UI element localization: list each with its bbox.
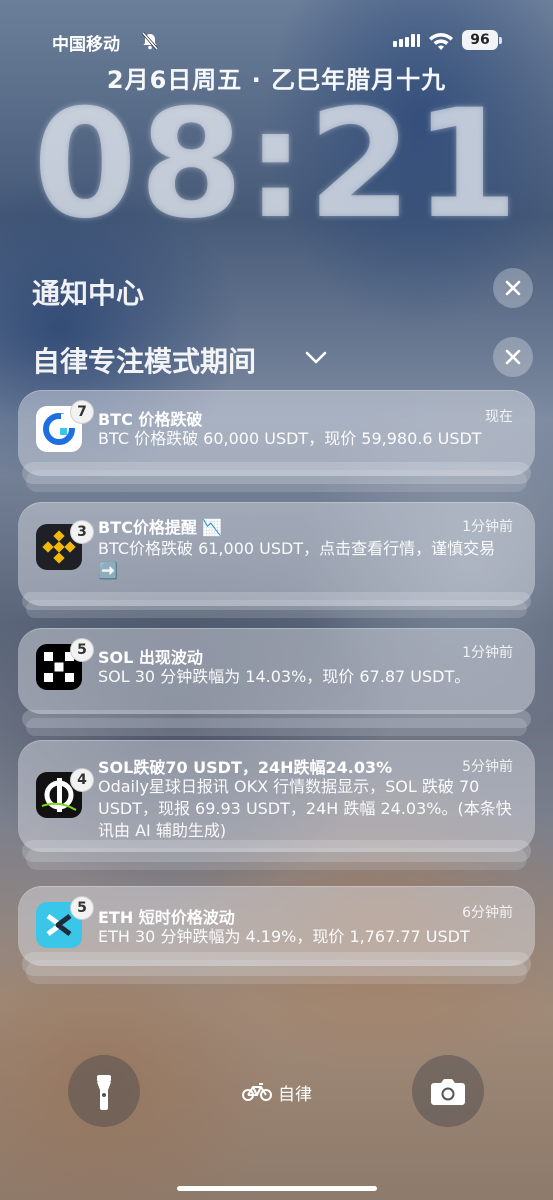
notification-title: BTC价格提醒 📉: [98, 518, 223, 537]
notification-count-badge: 7: [70, 400, 94, 424]
lock-clock: 08:21: [32, 78, 521, 252]
flashlight-button[interactable]: [68, 1055, 140, 1127]
notification-body: SOL 30 分钟跌幅为 14.03%，现价 67.87 USDT。: [98, 667, 471, 686]
close-icon: [505, 280, 521, 296]
camera-button[interactable]: [412, 1055, 484, 1127]
notification-count-badge: 5: [70, 638, 94, 662]
camera-icon: [431, 1079, 465, 1105]
focus-mode-indicator[interactable]: 自律: [242, 1080, 332, 1105]
clear-focus-group-button[interactable]: [493, 337, 533, 377]
notification-body: Odaily星球日报讯 OKX 行情数据显示，SOL 跌破 70 USDT，现报…: [98, 777, 512, 840]
notification-time: 5分钟前: [462, 759, 513, 775]
notification-center-title: 通知中心: [32, 277, 145, 310]
notification-card[interactable]: 3 BTC价格提醒 📉 1分钟前 BTC价格跌破 61,000 USDT，点击查…: [18, 502, 535, 606]
close-icon: [505, 349, 521, 365]
silent-bell-icon: [141, 32, 159, 50]
notification-count-badge: 3: [70, 520, 94, 544]
notification-time: 现在: [485, 409, 513, 425]
notification-count-badge: 4: [70, 768, 94, 792]
notification-title: BTC 价格跌破: [98, 410, 203, 429]
notification-time: 6分钟前: [462, 905, 513, 921]
notification-card[interactable]: 7 BTC 价格跌破 现在 BTC 价格跌破 60,000 USDT，现价 59…: [18, 390, 535, 476]
wifi-icon: [429, 33, 453, 50]
notification-body: BTC 价格跌破 60,000 USDT，现价 59,980.6 USDT: [98, 429, 482, 448]
cellular-signal-icon: [393, 34, 420, 47]
bicycle-icon: [242, 1083, 272, 1101]
notification-card[interactable]: 5 SOL 出现波动 1分钟前 SOL 30 分钟跌幅为 14.03%，现价 6…: [18, 628, 535, 714]
notification-body: BTC价格跌破 61,000 USDT，点击查看行情，谨慎交易 ➡️: [98, 539, 496, 580]
notification-count-badge: 5: [70, 896, 94, 920]
notification-title: SOL跌破70 USDT，24H跌幅24.03%: [98, 758, 393, 777]
notification-body: ETH 30 分钟跌幅为 4.19%，现价 1,767.77 USDT: [98, 927, 470, 946]
battery-indicator: 96: [462, 30, 498, 50]
focus-mode-label: 自律: [278, 1085, 312, 1105]
chevron-down-icon[interactable]: [305, 350, 327, 366]
home-indicator[interactable]: [177, 1186, 377, 1191]
notification-title: SOL 出现波动: [98, 648, 203, 667]
flashlight-icon: [97, 1075, 111, 1110]
notification-title: ETH 短时价格波动: [98, 908, 235, 927]
focus-group-title[interactable]: 自律专注模式期间: [32, 340, 256, 380]
clear-notification-center-button[interactable]: [493, 268, 533, 308]
status-bar: 中国移动 96: [0, 28, 553, 56]
carrier-label: 中国移动: [52, 35, 120, 55]
battery-tip: [499, 37, 502, 44]
notification-time: 1分钟前: [462, 519, 513, 535]
notification-time: 1分钟前: [462, 645, 513, 661]
notification-card[interactable]: 4 SOL跌破70 USDT，24H跌幅24.03% 5分钟前 Odaily星球…: [18, 740, 535, 852]
notification-card[interactable]: 5 ETH 短时价格波动 6分钟前 ETH 30 分钟跌幅为 4.19%，现价 …: [18, 886, 535, 966]
